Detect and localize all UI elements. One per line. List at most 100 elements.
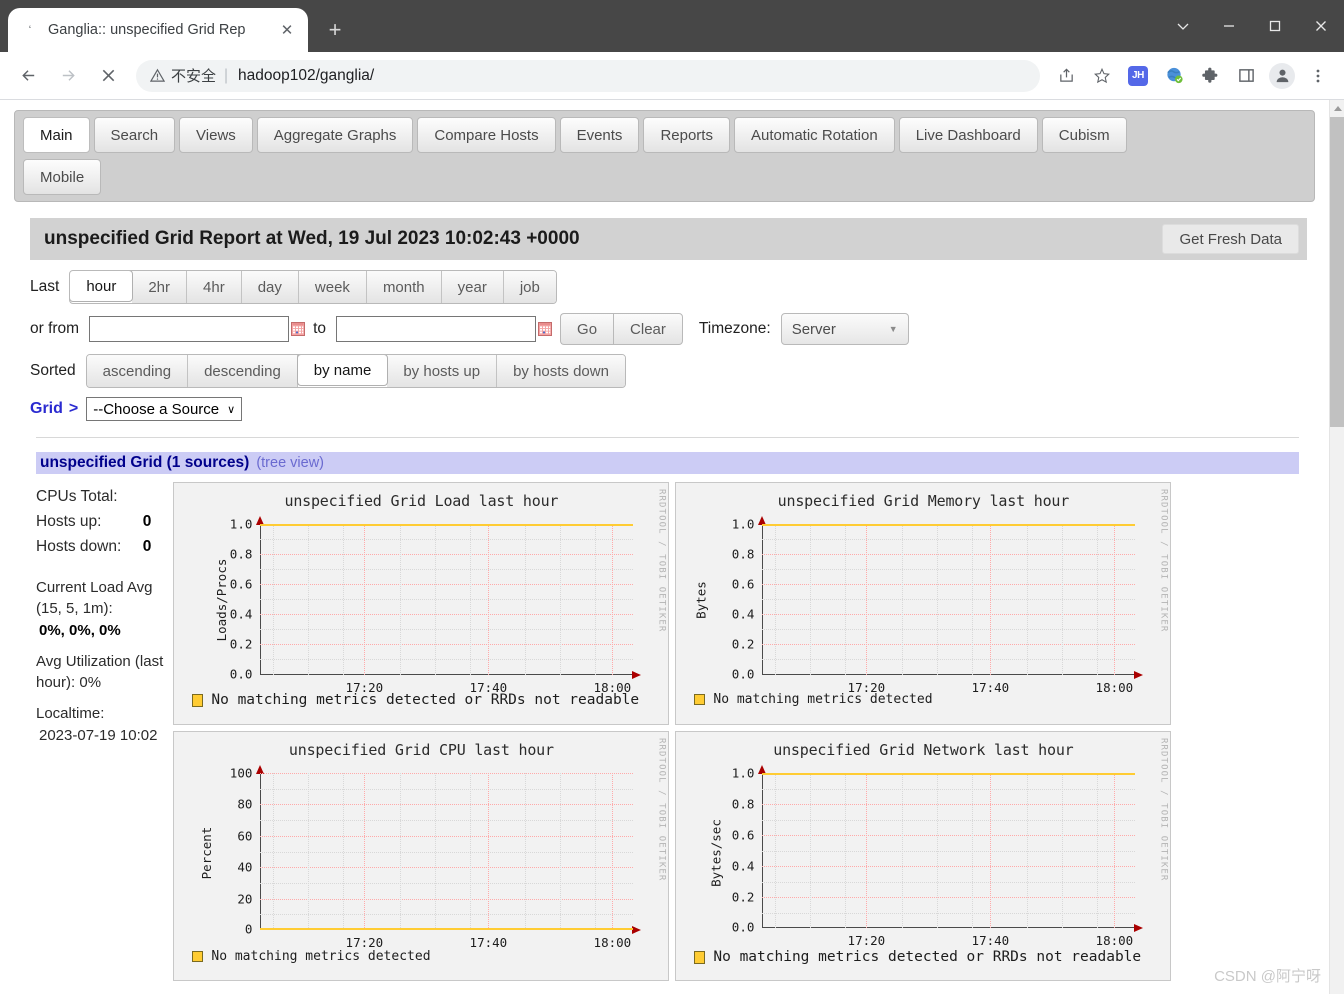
timezone-select[interactable]: Server ▼ bbox=[780, 313, 909, 345]
legend-label: No matching metrics detected bbox=[713, 692, 933, 707]
tab-strip: ‘ Ganglia:: unspecified Grid Rep ✕ + bbox=[0, 0, 352, 52]
page-scrollbar[interactable] bbox=[1329, 100, 1344, 994]
chevron-down-icon[interactable] bbox=[1160, 0, 1206, 52]
close-window-icon[interactable] bbox=[1298, 0, 1344, 52]
range-year[interactable]: year bbox=[441, 271, 504, 303]
x-tick: 17:20 bbox=[847, 680, 886, 695]
stat-hosts-down: Hosts down: 0 bbox=[36, 534, 173, 559]
tab-aggregate-graphs[interactable]: Aggregate Graphs bbox=[256, 117, 414, 153]
calendar-icon-from[interactable] bbox=[291, 322, 306, 336]
sort-by-name[interactable]: by name bbox=[296, 355, 389, 386]
side-panel-icon[interactable] bbox=[1231, 61, 1261, 91]
nav-tabs-row-2: Mobile bbox=[21, 159, 1308, 201]
date-range-row: or from to Go Clear Timezone: Server ▼ bbox=[30, 313, 1299, 345]
range-2hr[interactable]: 2hr bbox=[132, 271, 188, 303]
grid-load-chart[interactable]: unspecified Grid Load last hour RRDTOOL … bbox=[173, 482, 670, 725]
y-tick: 0.4 bbox=[229, 606, 253, 622]
browser-title-bar: ‘ Ganglia:: unspecified Grid Rep ✕ + bbox=[0, 0, 1344, 52]
x-axis-arrow bbox=[632, 671, 642, 679]
time-range-row: Last hour 2hr 4hr day week month year jo… bbox=[30, 270, 1299, 304]
grid-network-chart[interactable]: unspecified Grid Network last hour RRDTO… bbox=[675, 731, 1172, 981]
choose-source-select[interactable]: --Choose a Source ∨ bbox=[86, 397, 243, 421]
not-secure-warning-icon bbox=[150, 68, 165, 83]
tab-live-dashboard[interactable]: Live Dashboard bbox=[898, 117, 1038, 153]
get-fresh-data-button[interactable]: Get Fresh Data bbox=[1162, 224, 1299, 254]
grid-stats: CPUs Total: Hosts up: 0 Hosts down: 0 Cu… bbox=[36, 482, 173, 981]
browser-tab[interactable]: ‘ Ganglia:: unspecified Grid Rep ✕ bbox=[8, 8, 308, 52]
tab-cubism[interactable]: Cubism bbox=[1041, 117, 1127, 153]
y-tick: 20 bbox=[237, 891, 253, 907]
range-month[interactable]: month bbox=[366, 271, 442, 303]
y-axis-label: Bytes/sec bbox=[708, 819, 724, 887]
nav-tabs-row-1: Main Search Views Aggregate Graphs Compa… bbox=[21, 117, 1308, 159]
legend-swatch bbox=[192, 693, 204, 707]
range-week[interactable]: week bbox=[298, 271, 367, 303]
chart-legend: No matching metrics detected or RRDs not… bbox=[676, 949, 1170, 965]
jh-extension-badge: JH bbox=[1128, 65, 1148, 86]
range-day[interactable]: day bbox=[241, 271, 299, 303]
clear-button[interactable]: Clear bbox=[613, 313, 683, 345]
report-controls: Last hour 2hr 4hr day week month year jo… bbox=[30, 270, 1299, 421]
y-tick: 1.0 bbox=[731, 516, 755, 532]
x-tick: 17:20 bbox=[345, 935, 384, 950]
breadcrumb-grid-link[interactable]: Grid bbox=[30, 400, 63, 418]
tab-events[interactable]: Events bbox=[559, 117, 640, 153]
maximize-icon[interactable] bbox=[1252, 0, 1298, 52]
range-hour[interactable]: hour bbox=[70, 271, 134, 302]
share-icon[interactable] bbox=[1051, 61, 1081, 91]
jh-extension-icon[interactable]: JH bbox=[1123, 61, 1153, 91]
breadcrumb: Grid > --Choose a Source ∨ bbox=[30, 397, 1299, 421]
x-axis-arrow bbox=[1134, 924, 1144, 932]
date-to-input[interactable] bbox=[336, 316, 537, 342]
date-from-input[interactable] bbox=[89, 316, 290, 342]
grid-cpu-chart[interactable]: unspecified Grid CPU last hour RRDTOOL /… bbox=[173, 731, 670, 981]
stat-load-avg: Current Load Avg (15, 5, 1m): 0%, 0%, 0% bbox=[36, 577, 173, 641]
tab-mobile[interactable]: Mobile bbox=[23, 159, 102, 195]
sort-by-hosts-up[interactable]: by hosts up bbox=[387, 355, 498, 387]
scroll-up-icon[interactable] bbox=[1330, 100, 1344, 117]
close-tab-icon[interactable]: ✕ bbox=[276, 19, 298, 41]
legend-swatch bbox=[192, 951, 204, 962]
sort-buttons: ascending descending by name by hosts up… bbox=[85, 354, 626, 388]
scrollbar-thumb[interactable] bbox=[1330, 117, 1344, 427]
sort-by-hosts-down[interactable]: by hosts down bbox=[497, 355, 625, 387]
tab-views[interactable]: Views bbox=[179, 117, 253, 153]
breadcrumb-separator: > bbox=[68, 400, 79, 417]
ganglia-page: Main Search Views Aggregate Graphs Compa… bbox=[0, 100, 1329, 994]
range-4hr[interactable]: 4hr bbox=[187, 271, 242, 303]
sort-ascending[interactable]: ascending bbox=[86, 355, 189, 387]
y-tick: 0.6 bbox=[229, 576, 253, 592]
forward-icon[interactable] bbox=[51, 59, 85, 93]
bookmark-star-icon[interactable] bbox=[1087, 61, 1117, 91]
browser-menu-icon[interactable] bbox=[1303, 61, 1333, 91]
globe-extension-icon[interactable] bbox=[1159, 61, 1189, 91]
new-tab-button[interactable]: + bbox=[318, 13, 352, 47]
hosts-down-value: 0 bbox=[142, 538, 152, 555]
address-bar[interactable]: 不安全 | hadoop102/ganglia/ bbox=[136, 59, 1040, 92]
stop-loading-icon[interactable] bbox=[91, 59, 125, 93]
minimize-icon[interactable] bbox=[1206, 0, 1252, 52]
cpus-total-label: CPUs Total: bbox=[36, 488, 118, 505]
tab-search[interactable]: Search bbox=[93, 117, 176, 153]
chart-title: unspecified Grid Load last hour bbox=[284, 492, 559, 510]
omnibox-separator: | bbox=[224, 66, 229, 84]
profile-avatar-icon[interactable] bbox=[1267, 61, 1297, 91]
chart-legend: No matching metrics detected bbox=[174, 949, 668, 964]
sort-descending[interactable]: descending bbox=[188, 355, 298, 387]
x-axis bbox=[762, 671, 1144, 679]
back-icon[interactable] bbox=[11, 59, 45, 93]
calendar-icon-to[interactable] bbox=[538, 322, 553, 336]
last-label: Last bbox=[30, 278, 60, 295]
grid-memory-chart[interactable]: unspecified Grid Memory last hour RRDTOO… bbox=[675, 482, 1172, 725]
avatar bbox=[1269, 62, 1295, 89]
tab-reports[interactable]: Reports bbox=[643, 117, 730, 153]
tab-compare-hosts[interactable]: Compare Hosts bbox=[417, 117, 556, 153]
range-job[interactable]: job bbox=[503, 271, 556, 303]
legend-swatch bbox=[694, 694, 706, 705]
tab-automatic-rotation[interactable]: Automatic Rotation bbox=[733, 117, 895, 153]
go-button[interactable]: Go bbox=[560, 313, 614, 345]
tab-main[interactable]: Main bbox=[23, 117, 90, 153]
tree-view-link[interactable]: (tree view) bbox=[256, 455, 324, 471]
stat-hosts-up: Hosts up: 0 bbox=[36, 509, 173, 534]
extensions-puzzle-icon[interactable] bbox=[1195, 61, 1225, 91]
